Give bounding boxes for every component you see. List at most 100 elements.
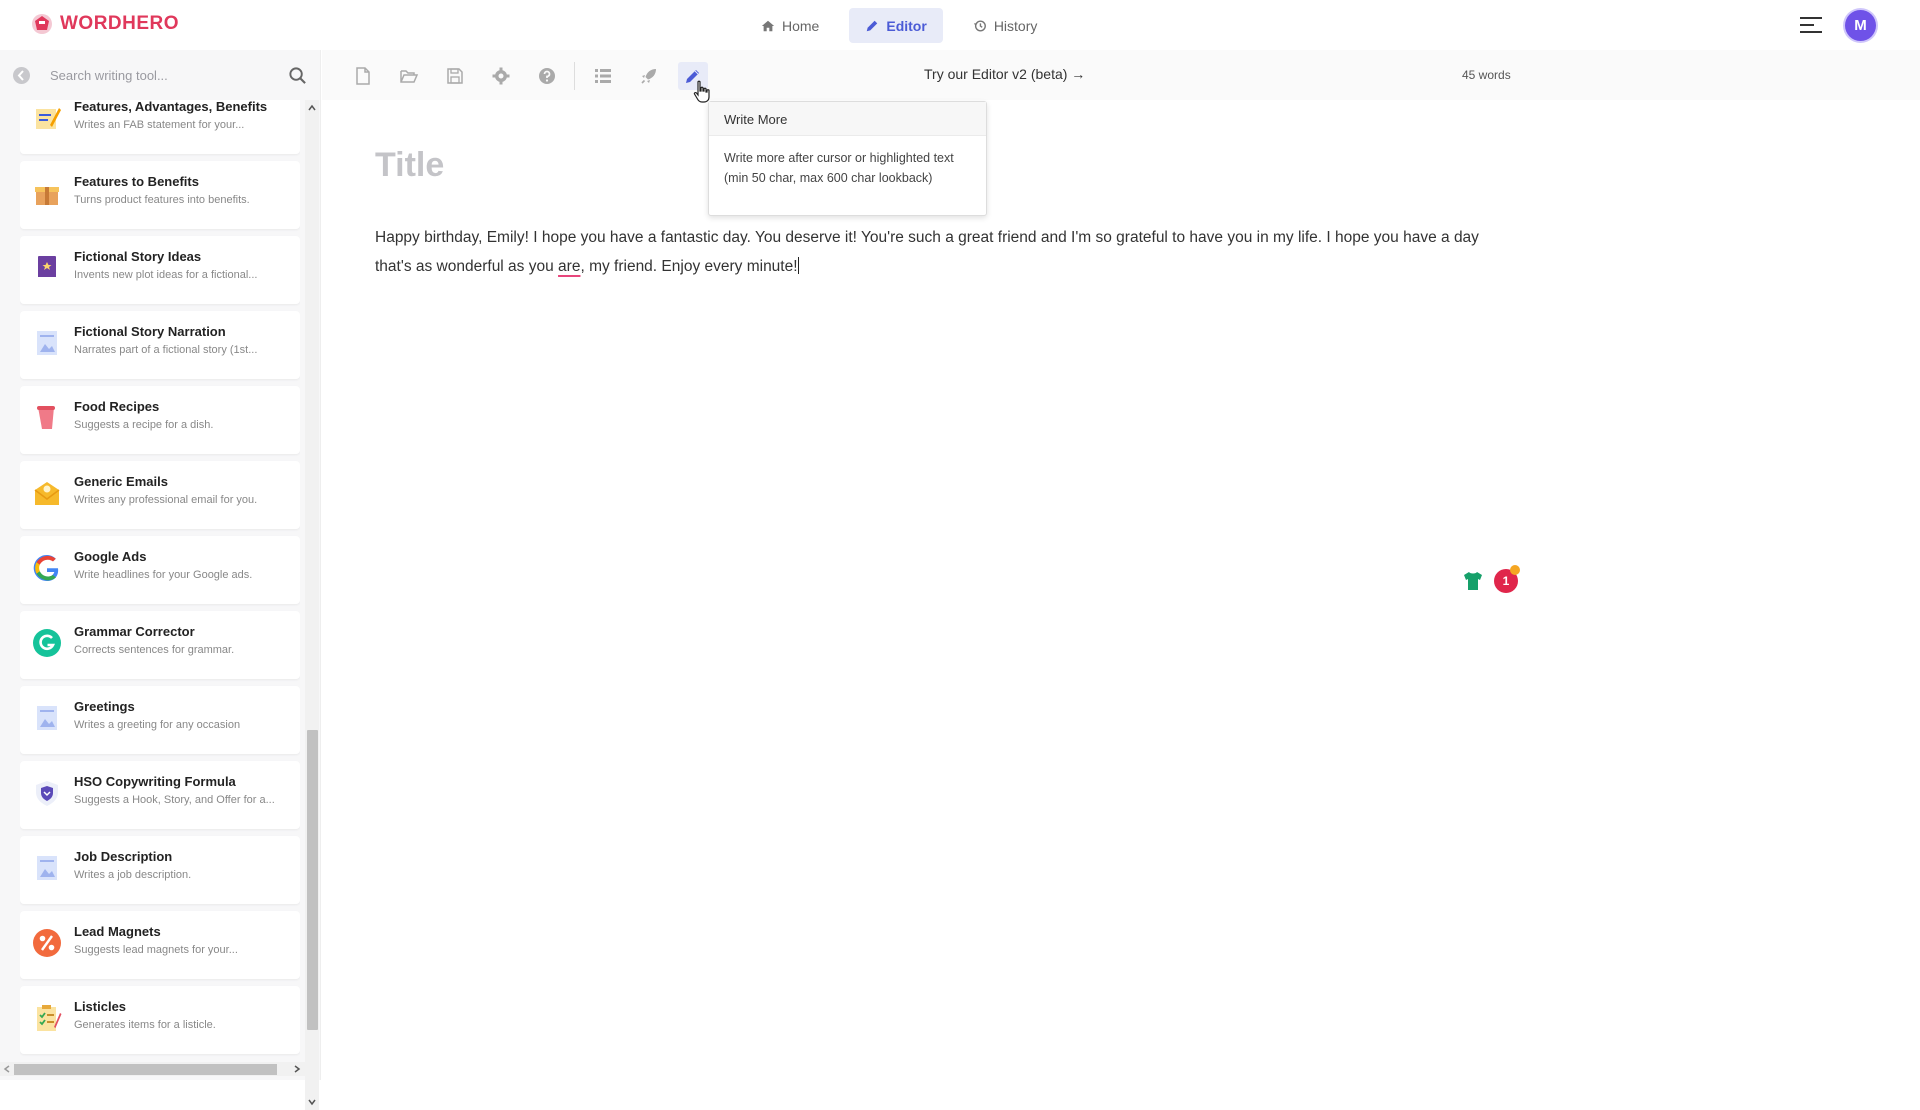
tool-desc: Suggests a recipe for a dish.	[74, 419, 214, 431]
tool-name: HSO Copywriting Formula	[74, 774, 236, 789]
main-nav: Home Editor History	[745, 8, 1053, 43]
document-image-icon	[37, 706, 57, 730]
question-icon	[539, 68, 555, 84]
tool-desc: Narrates part of a fictional story (1st.…	[74, 344, 258, 356]
sidebar-horizontal-scrollbar[interactable]	[0, 1062, 305, 1076]
tool-desc: Writes a job description.	[74, 869, 192, 881]
document-body[interactable]: Happy birthday, Emily! I hope you have a…	[375, 223, 1515, 281]
top-navbar: WORDHERO Home Editor History M	[0, 0, 1920, 50]
tool-card[interactable]: Fictional Story Ideas Invents new plot i…	[20, 236, 300, 304]
launch-button[interactable]	[634, 62, 664, 90]
tool-name: Google Ads	[74, 549, 147, 564]
tool-card[interactable]: Listicles Generates items for a listicle…	[20, 986, 300, 1054]
tool-desc: Suggests a Hook, Story, and Offer for a.…	[74, 794, 275, 806]
percent-icon	[33, 929, 61, 957]
tool-name: Grammar Corrector	[74, 624, 195, 639]
google-icon	[33, 555, 59, 582]
document-image-icon	[37, 331, 57, 355]
nav-tab-label: History	[993, 17, 1038, 34]
tshirt-icon[interactable]	[1462, 570, 1484, 592]
settings-button[interactable]	[486, 62, 516, 90]
gear-icon	[492, 67, 510, 85]
pencil-icon	[867, 20, 878, 31]
tool-card[interactable]: Food Recipes Suggests a recipe for a dis…	[20, 386, 300, 454]
grammarly-icon	[33, 629, 61, 657]
logo[interactable]: WORDHERO	[30, 12, 179, 36]
body-text: Happy birthday, Emily! I hope you have a…	[375, 229, 1479, 275]
nav-tab-home[interactable]: Home	[745, 8, 835, 43]
search-icon[interactable]	[288, 66, 307, 85]
scroll-left-icon[interactable]	[3, 1065, 11, 1073]
help-button[interactable]	[532, 62, 562, 90]
tool-desc: Corrects sentences for grammar.	[74, 644, 235, 656]
save-document-button[interactable]	[440, 62, 470, 90]
tool-card[interactable]: Features to Benefits Turns product featu…	[20, 161, 300, 229]
scroll-up-icon[interactable]	[308, 104, 316, 112]
tool-name: Food Recipes	[74, 399, 160, 414]
toolbar-divider	[574, 62, 575, 90]
open-document-button[interactable]	[394, 62, 424, 90]
tool-card[interactable]: Greetings Writes a greeting for any occa…	[20, 686, 300, 754]
tool-card[interactable]: Fictional Story Narration Narrates part …	[20, 311, 300, 379]
menu-icon[interactable]	[1800, 15, 1822, 35]
body-text: , my friend. Enjoy every minute!	[580, 258, 798, 275]
tool-desc: Invents new plot ideas for a fictional..…	[74, 269, 258, 281]
editor-v2-beta-link[interactable]: Try our Editor v2 (beta) →	[924, 66, 1085, 82]
editor-toolbar: Try our Editor v2 (beta) → 45 words	[322, 50, 1920, 100]
sidebar-search	[0, 50, 321, 100]
word-count: 45 words	[1462, 68, 1511, 82]
shield-icon	[36, 781, 58, 806]
logo-text: WORDHERO	[60, 13, 180, 34]
search-input[interactable]	[50, 63, 275, 87]
nav-tab-history[interactable]: History	[957, 8, 1054, 43]
tool-desc: Suggests lead magnets for your...	[74, 944, 238, 956]
document-image-icon	[37, 856, 57, 880]
tool-desc: Writes a greeting for any occasion	[74, 719, 241, 731]
rocket-icon	[641, 69, 656, 84]
tool-card[interactable]: Lead Magnets Suggests lead magnets for y…	[20, 911, 300, 979]
folder-open-icon	[400, 70, 419, 83]
scroll-down-icon[interactable]	[308, 1098, 316, 1106]
new-document-button[interactable]	[348, 62, 378, 90]
nav-tab-editor[interactable]: Editor	[849, 8, 943, 43]
sidebar-vertical-scrollbar[interactable]	[305, 100, 319, 1110]
tool-name: Generic Emails	[74, 474, 168, 489]
tool-card[interactable]: Features, Advantages, Benefits Writes an…	[20, 100, 300, 154]
tool-desc: Writes any professional email for you.	[74, 494, 258, 506]
checklist-icon	[37, 1005, 62, 1031]
tool-name: Features to Benefits	[74, 174, 199, 189]
list-icon	[595, 69, 611, 83]
tool-name: Job Description	[74, 849, 173, 864]
tooltip-title: Write More	[709, 102, 986, 136]
tool-card[interactable]: HSO Copywriting Formula Suggests a Hook,…	[20, 761, 300, 829]
tool-card[interactable]: Generic Emails Writes any professional e…	[20, 461, 300, 529]
chevron-left-icon	[17, 70, 24, 81]
file-icon	[356, 67, 370, 85]
tool-card[interactable]: Job Description Writes a job description…	[20, 836, 300, 904]
tool-desc: Generates items for a listicle.	[74, 1019, 216, 1031]
scroll-right-icon[interactable]	[293, 1065, 301, 1073]
tool-desc: Turns product features into benefits.	[74, 194, 250, 206]
tool-card[interactable]: Grammar Corrector Corrects sentences for…	[20, 611, 300, 679]
recipe-scroll-icon	[37, 406, 55, 429]
tool-desc: Writes an FAB statement for your...	[74, 119, 245, 131]
document-title[interactable]: Title	[375, 146, 444, 185]
collapse-sidebar-button[interactable]	[13, 67, 30, 84]
tool-desc: Write headlines for your Google ads.	[74, 569, 253, 581]
save-icon	[447, 68, 463, 84]
scrollbar-thumb[interactable]	[307, 730, 318, 1030]
gift-box-icon	[35, 187, 59, 205]
tool-name: Lead Magnets	[74, 924, 161, 939]
spelling-error[interactable]: are	[558, 258, 580, 275]
user-avatar[interactable]: M	[1845, 10, 1876, 41]
home-icon	[761, 20, 775, 31]
tool-card[interactable]: Google Ads Write headlines for your Goog…	[20, 536, 300, 604]
tool-name: Greetings	[74, 699, 135, 714]
tool-name: Fictional Story Ideas	[74, 249, 202, 264]
scrollbar-thumb[interactable]	[14, 1064, 277, 1075]
outline-button[interactable]	[588, 62, 618, 90]
tool-name: Features, Advantages, Benefits	[74, 100, 268, 114]
logo-icon	[32, 14, 52, 34]
sidebar: Features, Advantages, Benefits Writes an…	[0, 50, 321, 1110]
tool-name: Fictional Story Narration	[74, 324, 226, 339]
